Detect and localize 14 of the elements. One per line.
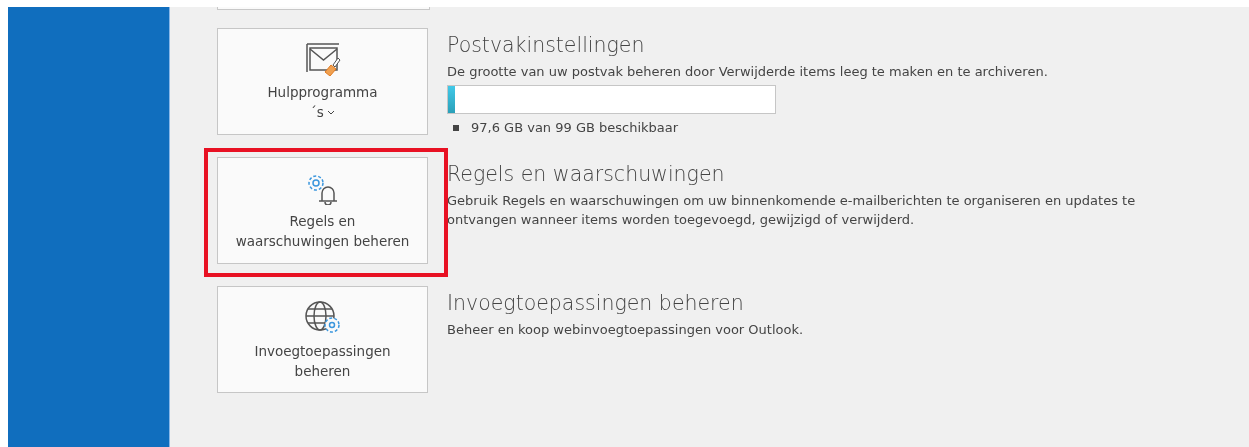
envelope-brush-icon bbox=[304, 41, 341, 76]
globe-gear-icon bbox=[302, 298, 343, 335]
section-title: Invoegtoepassingen beheren bbox=[447, 290, 744, 317]
storage-caption: 97,6 GB van 99 GB beschikbaar bbox=[471, 120, 679, 135]
rules-button[interactable]: Regels en waarschuwingen beheren bbox=[217, 157, 428, 264]
bullet-icon bbox=[453, 124, 459, 131]
section-description: Gebruik Regels en waarschuwingen om uw binnenkomende e-mailberichten te organiseren en updates te ontvangen wanneer items worden toegevoegd, gewijzigd of verwijderd. bbox=[447, 192, 1137, 229]
section-title: Regels en waarschuwingen bbox=[447, 161, 725, 188]
section-description: Beheer en koop webinvoegtoepassingen voor Outlook. bbox=[447, 321, 804, 339]
addins-button[interactable]: Invoegtoepassingen beheren bbox=[217, 286, 428, 393]
section-title: Postvakinstellingen bbox=[447, 32, 645, 59]
caret-icon bbox=[326, 110, 335, 115]
cleanup-button[interactable]: Hulpprogramma ´s bbox=[217, 28, 428, 135]
section-description: De grootte van uw postvak beheren door Verwijderde items leeg te maken en te archiveren. bbox=[447, 63, 1048, 81]
